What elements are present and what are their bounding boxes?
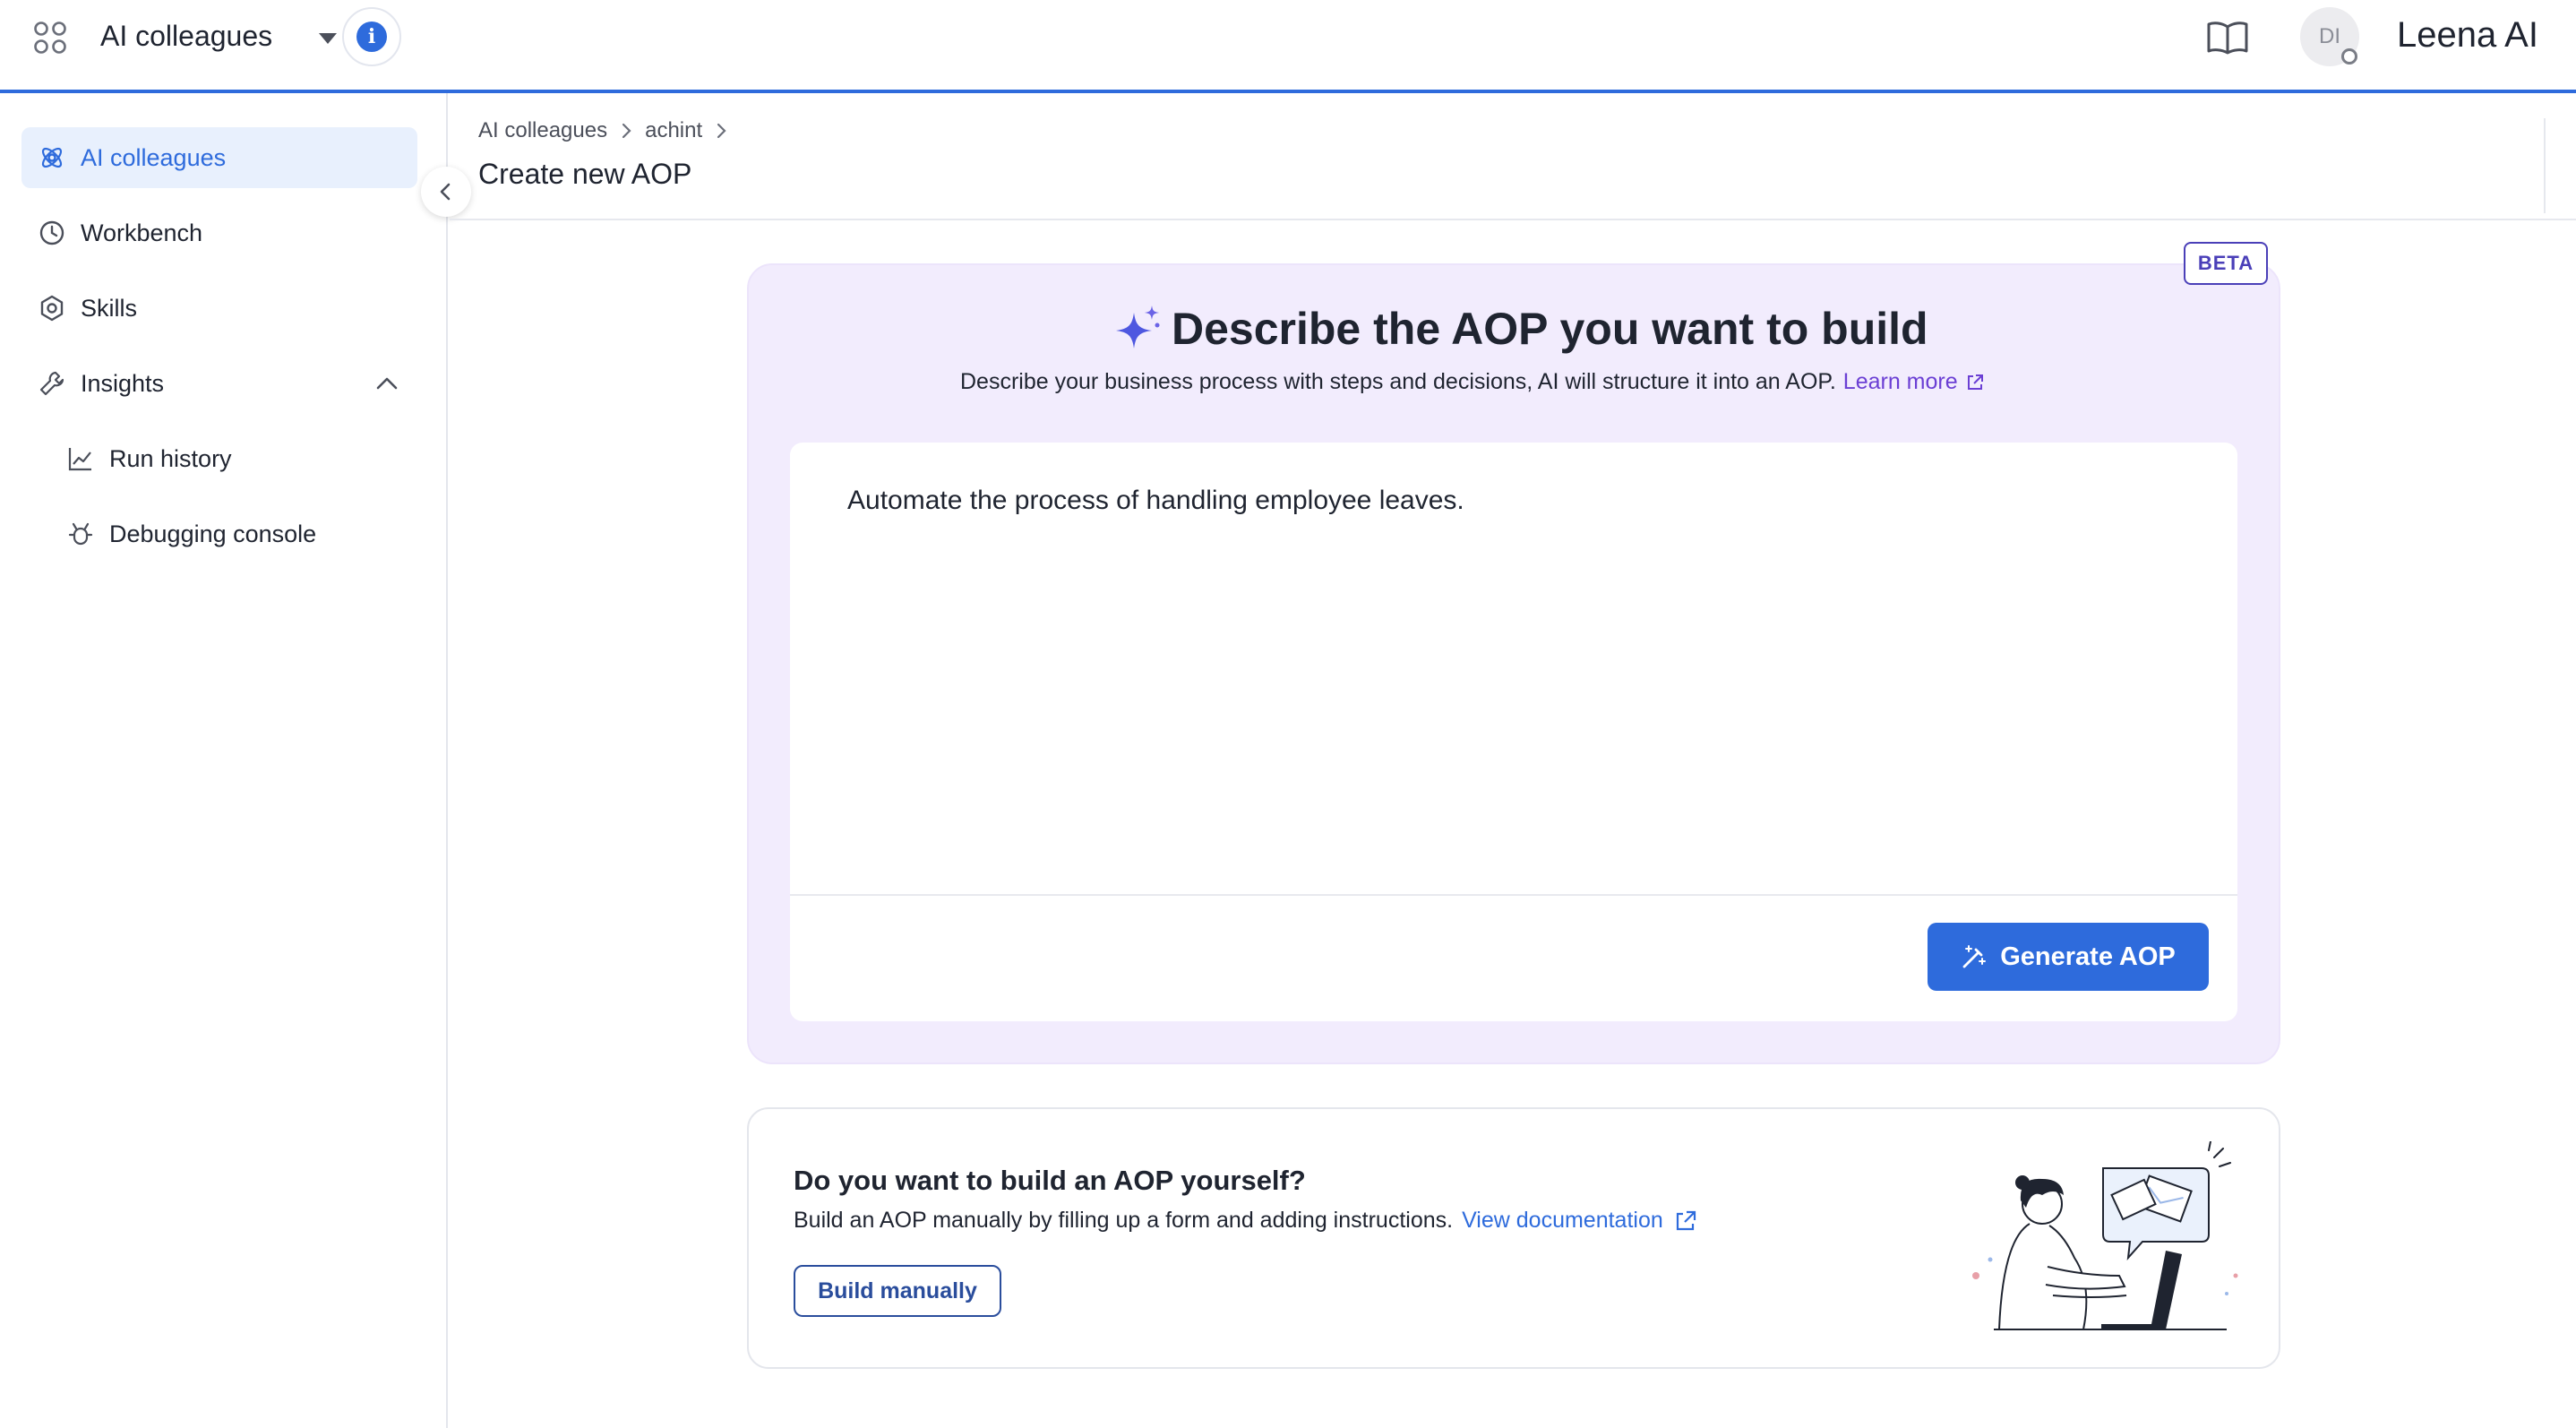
sidebar-item-label: AI colleagues: [81, 143, 227, 171]
sparkle-icon: [1116, 305, 1160, 348]
bug-icon: [68, 522, 93, 546]
sidebar-item-run-history[interactable]: Run history: [50, 428, 417, 489]
sidebar-item-skills[interactable]: Skills: [21, 278, 417, 339]
external-link-icon: [1676, 1210, 1696, 1230]
divider: [450, 219, 2576, 220]
chevron-left-icon: [440, 183, 451, 201]
magic-wand-icon: [1962, 945, 1987, 968]
chevron-right-icon: [622, 123, 631, 139]
learn-more-link[interactable]: Learn more: [1843, 369, 1985, 395]
external-link-icon: [1967, 374, 1983, 390]
hexagon-gear-icon: [40, 295, 64, 322]
generate-aop-label: Generate AOP: [2000, 942, 2176, 971]
ai-card-title-text: Describe the AOP you want to build: [1172, 304, 1928, 354]
breadcrumb-item[interactable]: achint: [645, 118, 702, 143]
apps-grid-icon[interactable]: [32, 20, 68, 56]
book-icon[interactable]: [2205, 20, 2250, 56]
manual-card-title: Do you want to build an AOP yourself?: [794, 1165, 1306, 1196]
breadcrumb: AI colleagues achint: [478, 118, 740, 143]
breadcrumb-item[interactable]: AI colleagues: [478, 118, 607, 143]
logo-text: Leena AI: [2397, 15, 2538, 55]
manual-card-subtitle: Build an AOP manually by filling up a fo…: [794, 1208, 1697, 1234]
view-documentation-label: View documentation: [1462, 1208, 1663, 1233]
ai-card-subtitle-text: Describe your business process with step…: [960, 369, 1836, 394]
avatar-initials: DI: [2319, 24, 2340, 48]
sidebar-item-ai-colleagues[interactable]: AI colleagues: [21, 127, 417, 188]
ai-colleagues-icon: [41, 147, 63, 168]
leena-ai-logo: Leena AI: [2397, 15, 2538, 55]
build-manually-button[interactable]: Build manually: [794, 1265, 1001, 1317]
divider: [790, 894, 2237, 896]
sidebar-item-label: Run history: [109, 444, 232, 472]
page-title: Create new AOP: [478, 158, 692, 190]
learn-more-label: Learn more: [1842, 369, 1958, 394]
manual-card-subtitle-text: Build an AOP manually by filling up a fo…: [794, 1208, 1454, 1233]
chevron-up-icon[interactable]: [374, 373, 399, 394]
status-icon: [2341, 48, 2357, 65]
sidebar-item-label: Debugging console: [109, 520, 317, 547]
info-button[interactable]: i: [342, 7, 401, 66]
collapse-sidebar-button[interactable]: [421, 167, 471, 217]
generate-aop-button[interactable]: Generate AOP: [1928, 923, 2209, 991]
app-title[interactable]: AI colleagues: [100, 18, 272, 54]
divider: [2544, 118, 2546, 213]
sidebar-item-label: Insights: [81, 369, 165, 397]
sidebar: AI colleagues Workbench Skills Insights …: [0, 93, 448, 1428]
info-icon: i: [356, 22, 387, 52]
trend-chart-icon: [68, 448, 91, 471]
person-at-laptop-illustration: [1972, 1141, 2238, 1330]
ai-card-subtitle: Describe your business process with step…: [960, 369, 1985, 395]
prompt-text[interactable]: Automate the process of handling employe…: [847, 486, 1464, 516]
sidebar-item-debugging-console[interactable]: Debugging console: [50, 503, 417, 564]
aop-prompt-textarea[interactable]: Automate the process of handling employe…: [790, 443, 2237, 1021]
wrench-icon: [39, 371, 64, 396]
sidebar-item-workbench[interactable]: Workbench: [21, 202, 417, 263]
top-bar: AI colleagues i DI Leena AI: [0, 0, 2576, 93]
view-documentation-link[interactable]: View documentation: [1462, 1208, 1697, 1234]
chevron-right-icon: [717, 123, 726, 139]
sidebar-item-label: Workbench: [81, 219, 203, 246]
build-manually-card: Do you want to build an AOP yourself? Bu…: [747, 1107, 2280, 1369]
sidebar-item-insights[interactable]: Insights: [21, 353, 417, 414]
sidebar-item-label: Skills: [81, 294, 138, 322]
beta-badge: BETA: [2184, 242, 2268, 285]
ai-card-title: Describe the AOP you want to build: [1112, 303, 1928, 355]
chevron-down-icon[interactable]: [315, 27, 340, 48]
clock-icon: [39, 220, 64, 245]
